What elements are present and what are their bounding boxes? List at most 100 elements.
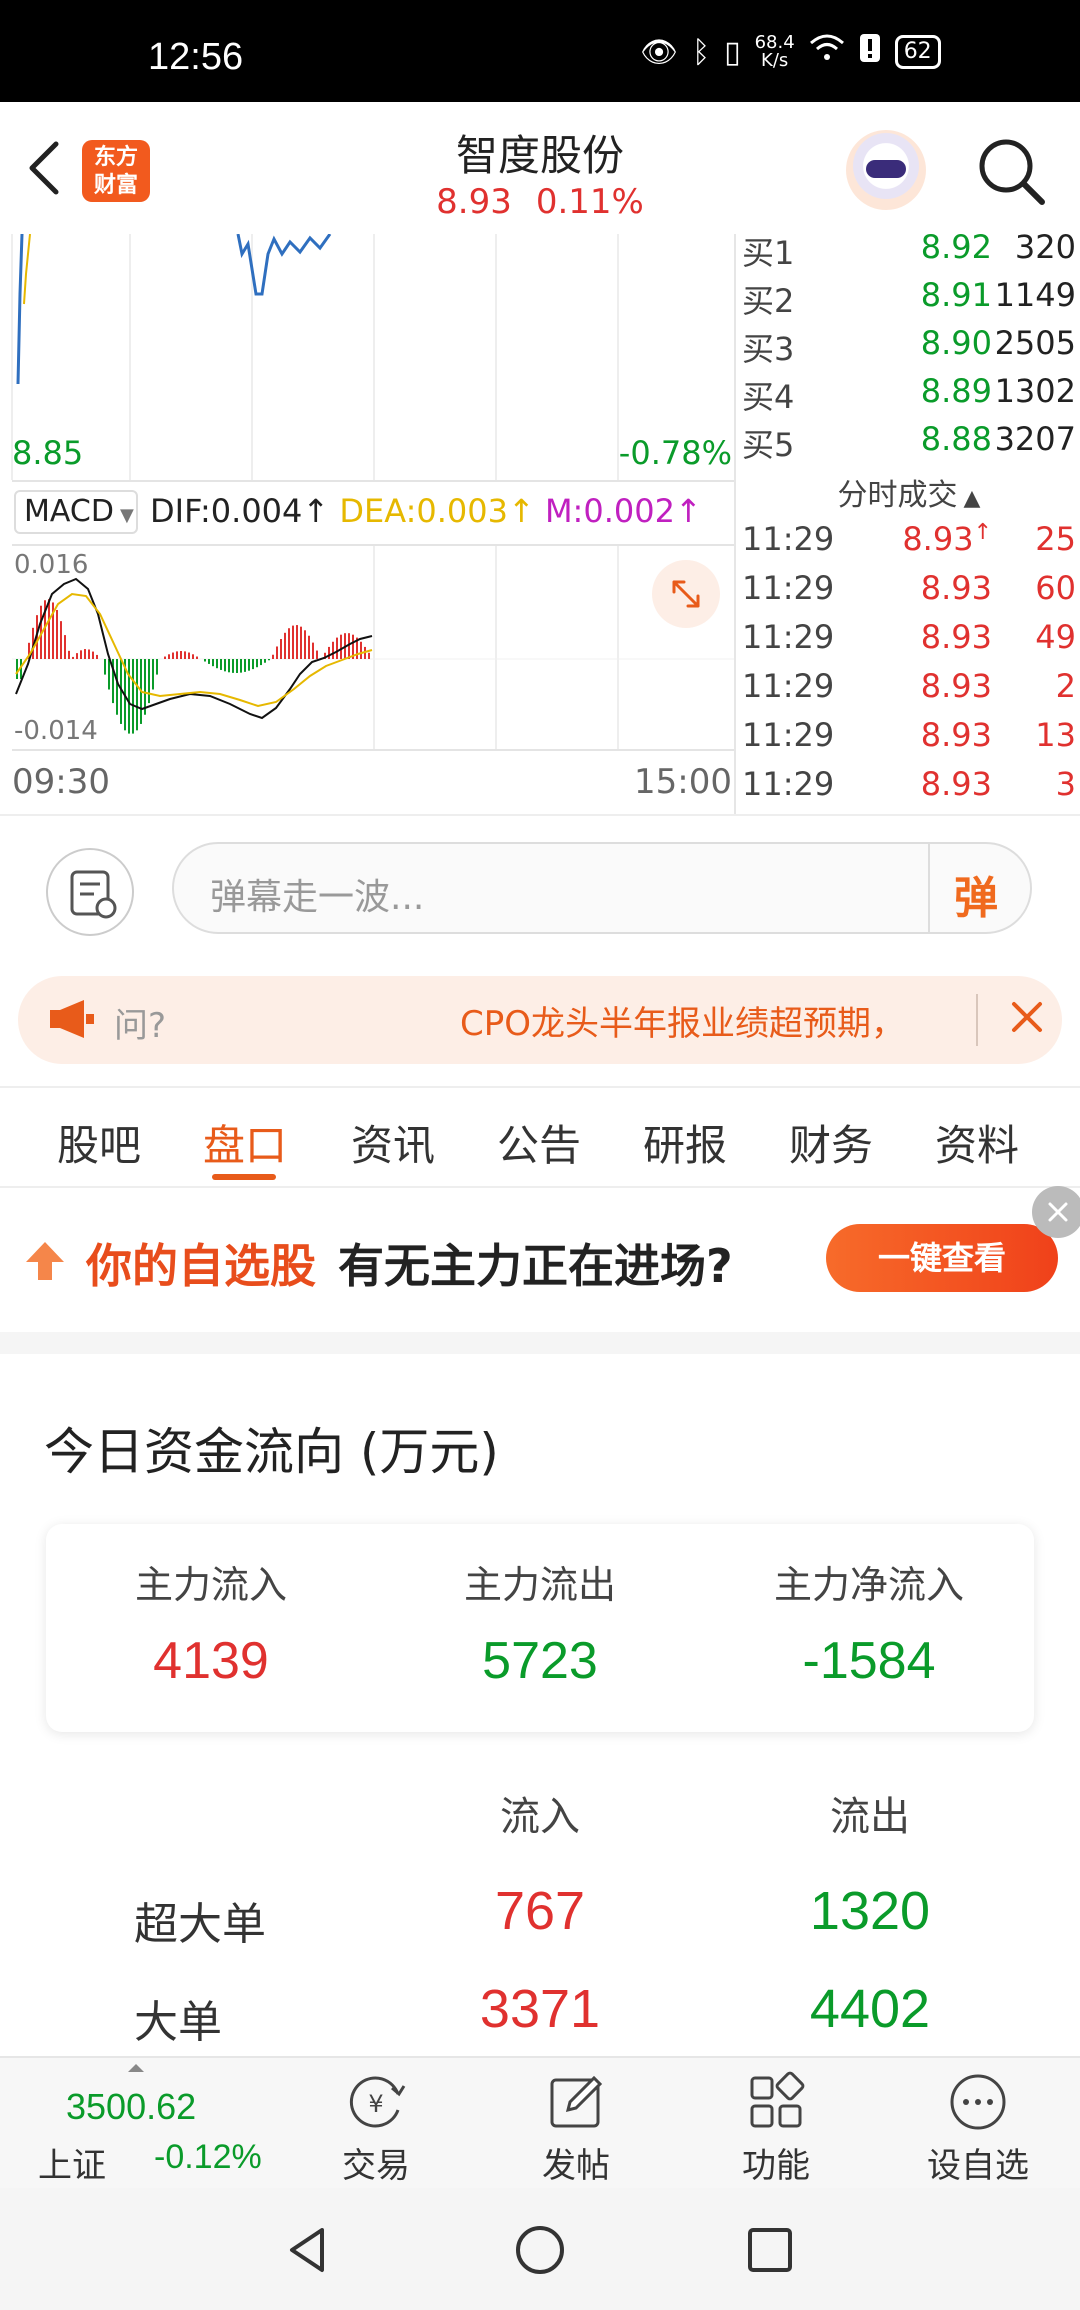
macd-bar <box>296 625 298 659</box>
macd-top-label: 0.016 <box>14 550 89 580</box>
col-header-out: 流出 <box>830 1794 910 1840</box>
macd-bar <box>108 659 110 690</box>
super-large-out: 1320 <box>809 1881 931 1941</box>
chevron-left-icon <box>29 141 59 195</box>
search-icon <box>979 139 1045 205</box>
promo-text: 有无主力正在进场? <box>338 1239 733 1293</box>
intraday-chart[interactable]: 8.85 -0.78% MACD ▼ DIF:0.004↑ DEA:0.003↑ … <box>0 233 734 814</box>
macd-bar <box>248 659 250 671</box>
macd-bar <box>188 652 190 659</box>
macd-bar <box>216 659 218 669</box>
macd-bar <box>76 653 78 659</box>
dea-value: DEA:0.003 <box>339 492 508 530</box>
macd-bar <box>104 659 106 675</box>
macd-bar <box>164 656 166 659</box>
bid-volume: 1302 <box>994 372 1076 410</box>
price-low-label: 8.85 <box>12 434 84 472</box>
tab-finance[interactable]: 财务 <box>766 1112 896 1173</box>
macd-bar <box>192 654 194 659</box>
main-net-inflow: 主力净流入 -1584 <box>773 1563 964 1690</box>
danmu-toggle-button[interactable]: 弹 <box>954 862 998 926</box>
trade-button[interactable]: ¥ 交易 <box>306 2070 446 2187</box>
tab-guba[interactable]: 股吧 <box>34 1112 164 1173</box>
macd-bar <box>144 659 146 715</box>
macd-bar <box>360 641 362 659</box>
robot-assistant-icon[interactable] <box>846 130 926 210</box>
row-label-super-large: 超大单 <box>134 1899 266 1950</box>
tick-row: 11:29 8.93 49 <box>742 618 1076 666</box>
macd-bar <box>196 656 198 659</box>
promo-banner[interactable]: 你的自选股 有无主力正在进场? 一键查看 <box>0 1186 1080 1332</box>
close-icon[interactable] <box>1002 992 1052 1042</box>
ticks-title[interactable]: 分时成交 ▲ <box>736 470 1080 514</box>
macd-bar <box>276 646 278 659</box>
eye-icon: 👁 <box>640 34 679 70</box>
nav-home-icon[interactable] <box>512 2222 568 2278</box>
macd-bar <box>244 659 246 672</box>
macd-bar <box>260 659 262 666</box>
macd-bar <box>64 635 66 659</box>
index-value: 3500.62 <box>66 2086 197 2127</box>
macd-bar <box>272 654 274 659</box>
note-settings-button[interactable] <box>46 848 134 936</box>
macd-bar <box>88 649 90 659</box>
add-watchlist-button[interactable]: 设自选 <box>908 2070 1048 2187</box>
app-logo[interactable]: 东方 财富 <box>82 140 150 202</box>
macd-bar <box>240 659 242 673</box>
indicator-select[interactable]: MACD ▼ <box>14 490 138 534</box>
tab-profile[interactable]: 资料 <box>912 1112 1042 1173</box>
bid-volume: 2505 <box>994 324 1076 362</box>
macd-bar <box>156 659 158 675</box>
stock-change-pct: 0.11% <box>535 182 644 222</box>
macd-bar <box>72 656 74 659</box>
macd-bar <box>268 659 270 661</box>
macd-bar <box>368 652 370 659</box>
bid-price: 8.89 <box>920 372 992 410</box>
nav-recents-icon[interactable] <box>744 2224 796 2276</box>
stock-quote: 8.93 0.11% <box>340 182 740 222</box>
index-change: -0.12% <box>154 2138 262 2176</box>
news-ticker[interactable]: 问? CPO龙头半年报业绩超预期， <box>18 976 1062 1064</box>
active-tab-indicator <box>212 1174 276 1180</box>
tab-pankou[interactable]: 盘口 <box>180 1112 310 1173</box>
index-name: 上证 <box>38 2146 106 2186</box>
nav-back-icon[interactable] <box>282 2224 334 2276</box>
macd-bar <box>204 659 206 662</box>
bid-price: 8.90 <box>920 324 992 362</box>
grid-icon <box>750 2071 805 2128</box>
bid-row: 买5 8.88 3207 <box>742 420 1076 468</box>
main-outflow: 主力流出 5723 <box>463 1563 616 1690</box>
svg-text:¥: ¥ <box>368 2090 383 2118</box>
post-button[interactable]: 发帖 <box>506 2070 646 2187</box>
bid-label: 买3 <box>742 330 795 368</box>
m-value: M:0.002 <box>544 492 675 530</box>
bid-label: 买5 <box>742 426 795 464</box>
promo-check-button[interactable]: 一键查看 <box>826 1224 1058 1292</box>
tab-announcements[interactable]: 公告 <box>474 1112 604 1173</box>
tick-time: 11:29 <box>742 520 835 558</box>
macd-bar <box>224 659 226 672</box>
danmu-input[interactable]: 弹幕走一波... 弹 <box>172 842 1032 934</box>
section-divider <box>0 1332 1080 1354</box>
promo-close-button[interactable] <box>1032 1186 1080 1238</box>
tick-time: 11:29 <box>742 618 835 656</box>
search-button[interactable] <box>972 132 1052 212</box>
functions-button[interactable]: 功能 <box>706 2070 846 2187</box>
note-settings-icon <box>70 870 117 919</box>
back-button[interactable] <box>22 138 66 198</box>
tick-volume: 25 <box>1035 520 1076 558</box>
tick-price: 8.93 <box>920 765 992 803</box>
tab-news[interactable]: 资讯 <box>328 1112 458 1173</box>
macd-bar <box>96 654 98 659</box>
macd-bar <box>252 659 254 670</box>
status-bar: 12:56 👁 ᛒ ▯ 68.4 K/s 62 <box>0 0 1080 102</box>
net-speed: 68.4 K/s <box>754 32 795 71</box>
macd-bar <box>212 659 214 667</box>
stock-name: 智度股份 <box>455 131 624 180</box>
fund-flow-section: 今日资金流向 (万元) 主力流入 4139 主力流出 5723 主力净流入 -1… <box>0 1354 1080 2054</box>
wifi-icon <box>809 33 845 71</box>
bid-row: 买2 8.91 1149 <box>742 276 1076 324</box>
tab-research[interactable]: 研报 <box>620 1112 750 1173</box>
bid-label: 买4 <box>742 378 795 416</box>
bid-price: 8.88 <box>920 420 992 458</box>
